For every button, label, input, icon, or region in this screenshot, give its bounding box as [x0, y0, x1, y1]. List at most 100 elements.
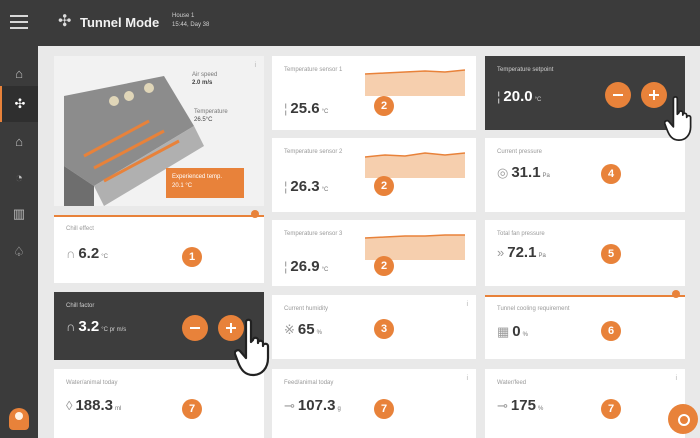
alert-dot	[251, 210, 259, 218]
house-name: House 1	[172, 13, 195, 19]
callout-badge: 2	[374, 176, 394, 196]
callout-badge: 1	[182, 247, 202, 267]
temp-sensor-1-value: ¦ 25.6 °C	[284, 100, 329, 117]
callout-badge: 5	[601, 244, 621, 264]
setpoint-value: ¦ 20.0 °C	[497, 88, 542, 105]
feed-animal-value: ⊸ 107.3 g	[284, 397, 341, 414]
callout-badge: 2	[374, 256, 394, 276]
chill-factor-label: Chill factor	[66, 303, 95, 309]
fan-pressure-label: Total fan pressure	[497, 231, 545, 237]
menu-icon[interactable]	[10, 15, 28, 29]
cooling-icon: ▦	[497, 324, 510, 339]
temp-sensor-1-sparkline	[365, 69, 465, 96]
callout-badge: 2	[374, 96, 394, 116]
callout-badge: 7	[601, 399, 621, 419]
gauge-nav-icon[interactable]: ◔	[0, 160, 38, 196]
tunnel-cooling-value: ▦ 0%	[497, 323, 528, 340]
experienced-temp-box: Experienced temp. 20.1 °C	[166, 168, 244, 198]
temp-sensor-3-card[interactable]: Temperature sensor 3 ¦ 26.9 °C 2	[272, 220, 476, 286]
setpoint-label: Temperature setpoint	[497, 67, 554, 73]
tunnel-cooling-label: Tunnel cooling requirement	[497, 306, 570, 312]
bell-nav-icon[interactable]: ♤	[0, 234, 38, 270]
avatar[interactable]	[9, 408, 29, 430]
humidity-label: Current humidity	[284, 306, 329, 312]
humidity-value: ※ 65%	[284, 321, 322, 338]
feed-icon: ⊸	[284, 398, 295, 413]
info-icon[interactable]: i	[466, 301, 468, 308]
setpoint-card: Temperature setpoint ¦ 20.0 °C	[485, 56, 685, 130]
chill-factor-value: ∩ 3.2 °C pr m/s	[66, 318, 127, 335]
pressure-value: ◎ 31.1 Pa	[497, 164, 550, 181]
sidebar: ⌂ ✣ ⌂ ◔ ▥ ♤	[0, 46, 38, 438]
info-icon[interactable]: i	[254, 62, 256, 69]
fan-pressure-card[interactable]: Total fan pressure » 72.1 Pa 5	[485, 220, 685, 286]
air-speed-info: Air speed 2.0 m/s	[192, 71, 217, 87]
temp-sensor-2-card[interactable]: Temperature sensor 2 ¦ 26.3 °C 2	[272, 138, 476, 212]
tunnel-cooling-card[interactable]: Tunnel cooling requirement ▦ 0% 6	[485, 290, 685, 359]
pressure-label: Current pressure	[497, 149, 543, 155]
temp-sensor-2-value: ¦ 26.3 °C	[284, 178, 329, 195]
temp-sensor-2-sparkline	[365, 152, 465, 178]
water-feed-label: Water/feed	[497, 380, 527, 386]
fan-icon: ✣	[58, 13, 72, 30]
book-nav-icon[interactable]: ▥	[0, 196, 38, 232]
thermometer-icon: ¦	[497, 89, 501, 104]
house-info[interactable]: House 1 15:44, Day 38	[172, 12, 209, 30]
chill-icon: ∩	[66, 246, 76, 261]
water-feed-value: ⊸ 175%	[497, 397, 544, 414]
experienced-temp-label: Experienced temp.	[172, 174, 223, 180]
house-time: 15:44, Day 38	[172, 22, 210, 28]
top-bar: ✣ Tunnel Mode House 1 15:44, Day 38	[0, 0, 700, 46]
decrease-button[interactable]	[182, 315, 208, 341]
experienced-temp-value: 20.1 °C	[172, 183, 193, 189]
gauge-icon: ◎	[497, 165, 509, 180]
water-animal-card[interactable]: Water/animal today ◊ 188.3 ml 7	[54, 369, 264, 438]
air-speed-value: 2.0 m/s	[192, 80, 213, 86]
hand-pointer-icon	[664, 96, 692, 141]
thermometer-icon: ¦	[284, 101, 288, 116]
callout-badge: 6	[601, 321, 621, 341]
temperature-label: Temperature	[194, 109, 228, 115]
drop-icon: ◊	[66, 398, 73, 413]
house-nav-icon[interactable]: ⌂	[0, 124, 38, 160]
chill-icon: ∩	[66, 319, 76, 334]
pressure-card[interactable]: Current pressure ◎ 31.1 Pa 4	[485, 138, 685, 212]
temp-sensor-2-label: Temperature sensor 2	[284, 149, 343, 155]
chill-factor-card: Chill factor ∩ 3.2 °C pr m/s	[54, 292, 264, 360]
callout-badge: 3	[374, 319, 394, 339]
alert-dot	[672, 290, 680, 298]
air-speed-label: Air speed	[192, 72, 218, 78]
temp-sensor-3-value: ¦ 26.9 °C	[284, 258, 329, 275]
setpoint-decrease-button[interactable]	[605, 82, 631, 108]
water-animal-label: Water/animal today	[66, 380, 118, 386]
thermometer-icon: ¦	[284, 259, 288, 274]
feed-animal-label: Feed/animal today	[284, 380, 334, 386]
chill-effect-value: ∩ 6.2 °C	[66, 245, 108, 262]
settings-fab[interactable]	[668, 404, 698, 434]
status-line	[485, 295, 685, 297]
temp-sensor-1-label: Temperature sensor 1	[284, 67, 343, 73]
callout-badge: 4	[601, 164, 621, 184]
fan-pressure-value: » 72.1 Pa	[497, 244, 546, 261]
water-animal-value: ◊ 188.3 ml	[66, 397, 122, 414]
humidity-card[interactable]: Current humidity ※ 65% 3 i	[272, 295, 476, 359]
climate-nav-icon[interactable]: ✣	[0, 86, 38, 122]
info-icon[interactable]: i	[675, 375, 677, 382]
water-feed-card[interactable]: Water/feed ⊸ 175% 7 i	[485, 369, 685, 438]
chill-effect-card[interactable]: Chill effect ∩ 6.2 °C 1	[54, 210, 264, 283]
overview-card: Air speed 2.0 m/s Temperature 26.5°C Exp…	[54, 56, 264, 206]
page-title: Tunnel Mode	[80, 15, 160, 30]
feed-icon: ⊸	[497, 398, 508, 413]
chill-effect-label: Chill effect	[66, 226, 94, 232]
hand-pointer-icon	[234, 318, 270, 377]
callout-badge: 7	[374, 399, 394, 419]
feed-animal-card[interactable]: Feed/animal today ⊸ 107.3 g 7 i	[272, 369, 476, 438]
humidity-icon: ※	[284, 322, 295, 337]
temperature-info: Temperature 26.5°C	[194, 108, 228, 124]
fan-pressure-icon: »	[497, 245, 505, 260]
temperature-value: 26.5°C	[194, 117, 213, 123]
temp-sensor-1-card[interactable]: Temperature sensor 1 ¦ 25.6 °C 2	[272, 56, 476, 130]
callout-badge: 7	[182, 399, 202, 419]
status-line	[54, 215, 264, 217]
info-icon[interactable]: i	[466, 375, 468, 382]
